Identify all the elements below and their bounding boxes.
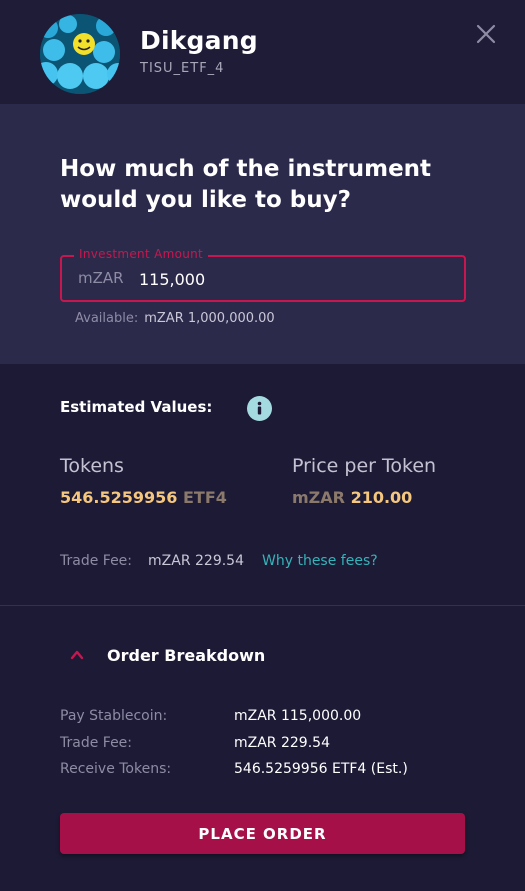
price-per-token-label: Price per Token	[292, 455, 437, 477]
account-name: Dikgang	[140, 26, 258, 55]
chevron-up-icon	[70, 650, 84, 660]
order-breakdown-title: Order Breakdown	[107, 646, 266, 665]
avatar	[40, 14, 120, 94]
trade-fee-row: Trade Fee: mZAR 229.54 Why these fees?	[60, 553, 378, 569]
tokens-amount: 546.5259956	[60, 488, 178, 507]
dialog-header: Dikgang TISU_ETF_4	[0, 0, 525, 104]
amount-currency: mZAR	[78, 269, 124, 287]
place-order-button[interactable]: PLACE ORDER	[60, 813, 465, 854]
section-divider	[0, 605, 525, 606]
order-breakdown-toggle[interactable]: Order Breakdown	[60, 640, 320, 670]
investment-amount-field[interactable]: Investment Amount mZAR	[60, 247, 466, 302]
trade-fee-value: mZAR 229.54	[148, 553, 244, 569]
instrument-code: TISU_ETF_4	[140, 61, 225, 76]
available-value: mZAR 1,000,000.00	[144, 311, 275, 326]
close-icon[interactable]	[474, 22, 498, 46]
buy-question: How much of the instrument would you lik…	[60, 156, 432, 213]
why-fees-link[interactable]: Why these fees?	[262, 553, 378, 569]
price-per-token-value: mZAR 210.00	[292, 488, 412, 507]
avatar-image	[40, 14, 120, 94]
buy-panel: How much of the instrument would you lik…	[0, 104, 525, 364]
investment-amount-input[interactable]	[139, 267, 439, 291]
estimated-values-title: Estimated Values:	[60, 398, 213, 416]
breakdown-row-label: Receive Tokens:	[60, 761, 172, 777]
breakdown-row-label: Pay Stablecoin:	[60, 708, 168, 724]
breakdown-row-value: mZAR 115,000.00	[234, 708, 362, 724]
breakdown-row-value: mZAR 229.54	[234, 735, 330, 751]
price-currency: mZAR	[292, 488, 345, 507]
tokens-value: 546.5259956 ETF4	[60, 488, 227, 507]
trade-fee-label: Trade Fee:	[60, 553, 133, 569]
breakdown-row-value: 546.5259956 ETF4 (Est.)	[234, 761, 408, 777]
available-balance: Available: mZAR 1,000,000.00	[75, 311, 275, 326]
tokens-label: Tokens	[60, 455, 124, 477]
available-label: Available:	[75, 311, 139, 326]
info-icon[interactable]	[247, 396, 272, 421]
breakdown-row-label: Trade Fee:	[60, 735, 133, 751]
price-amount: 210.00	[350, 488, 413, 507]
investment-amount-label: Investment Amount	[74, 247, 209, 261]
tokens-unit: ETF4	[182, 488, 227, 507]
